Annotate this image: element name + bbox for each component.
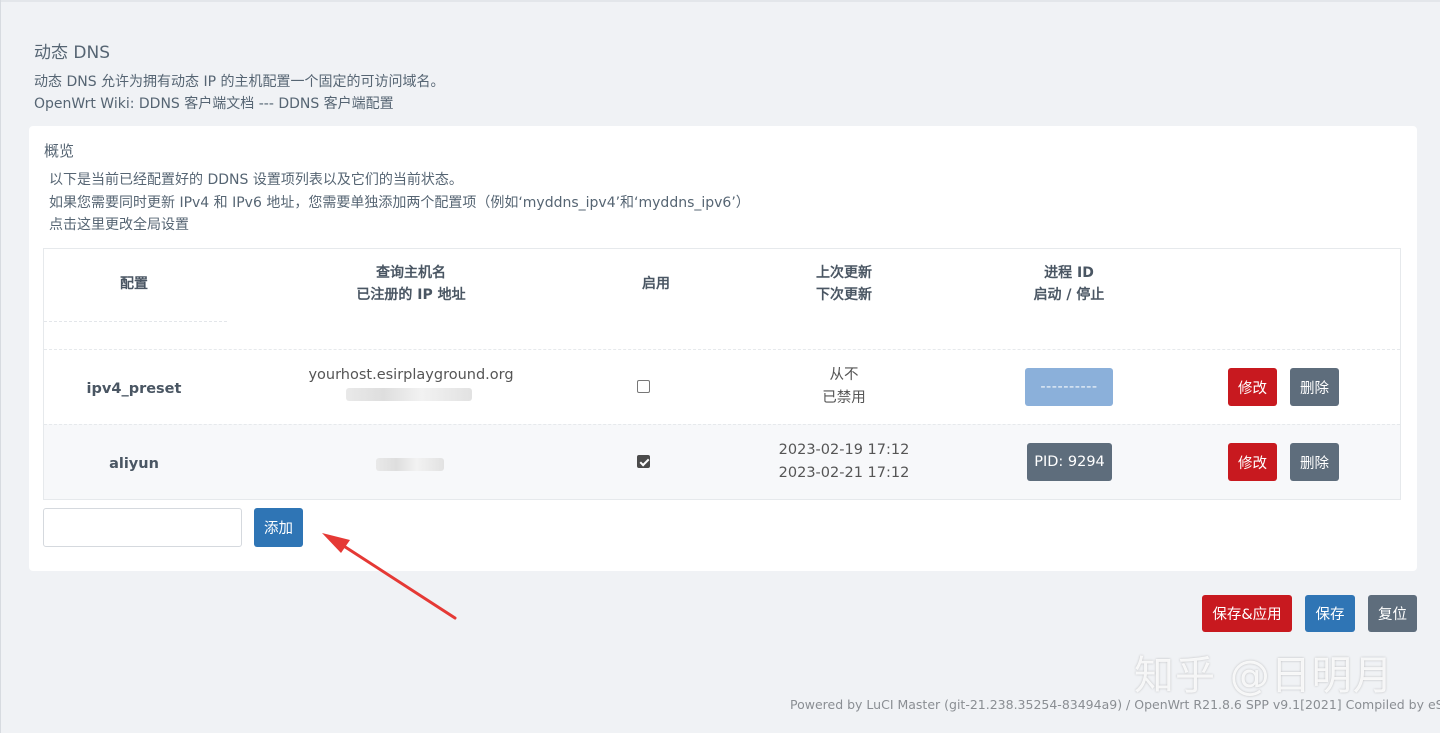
- annotation-arrow-icon: [322, 533, 457, 620]
- watermark: 知乎 @日明月: [1134, 653, 1394, 699]
- page: 动态 DNS 动态 DNS 允许为拥有动态 IP 的主机配置一个固定的可访问域名…: [0, 0, 1440, 733]
- footer-text: Powered by LuCI Master (git-21.238.35254…: [790, 697, 1440, 712]
